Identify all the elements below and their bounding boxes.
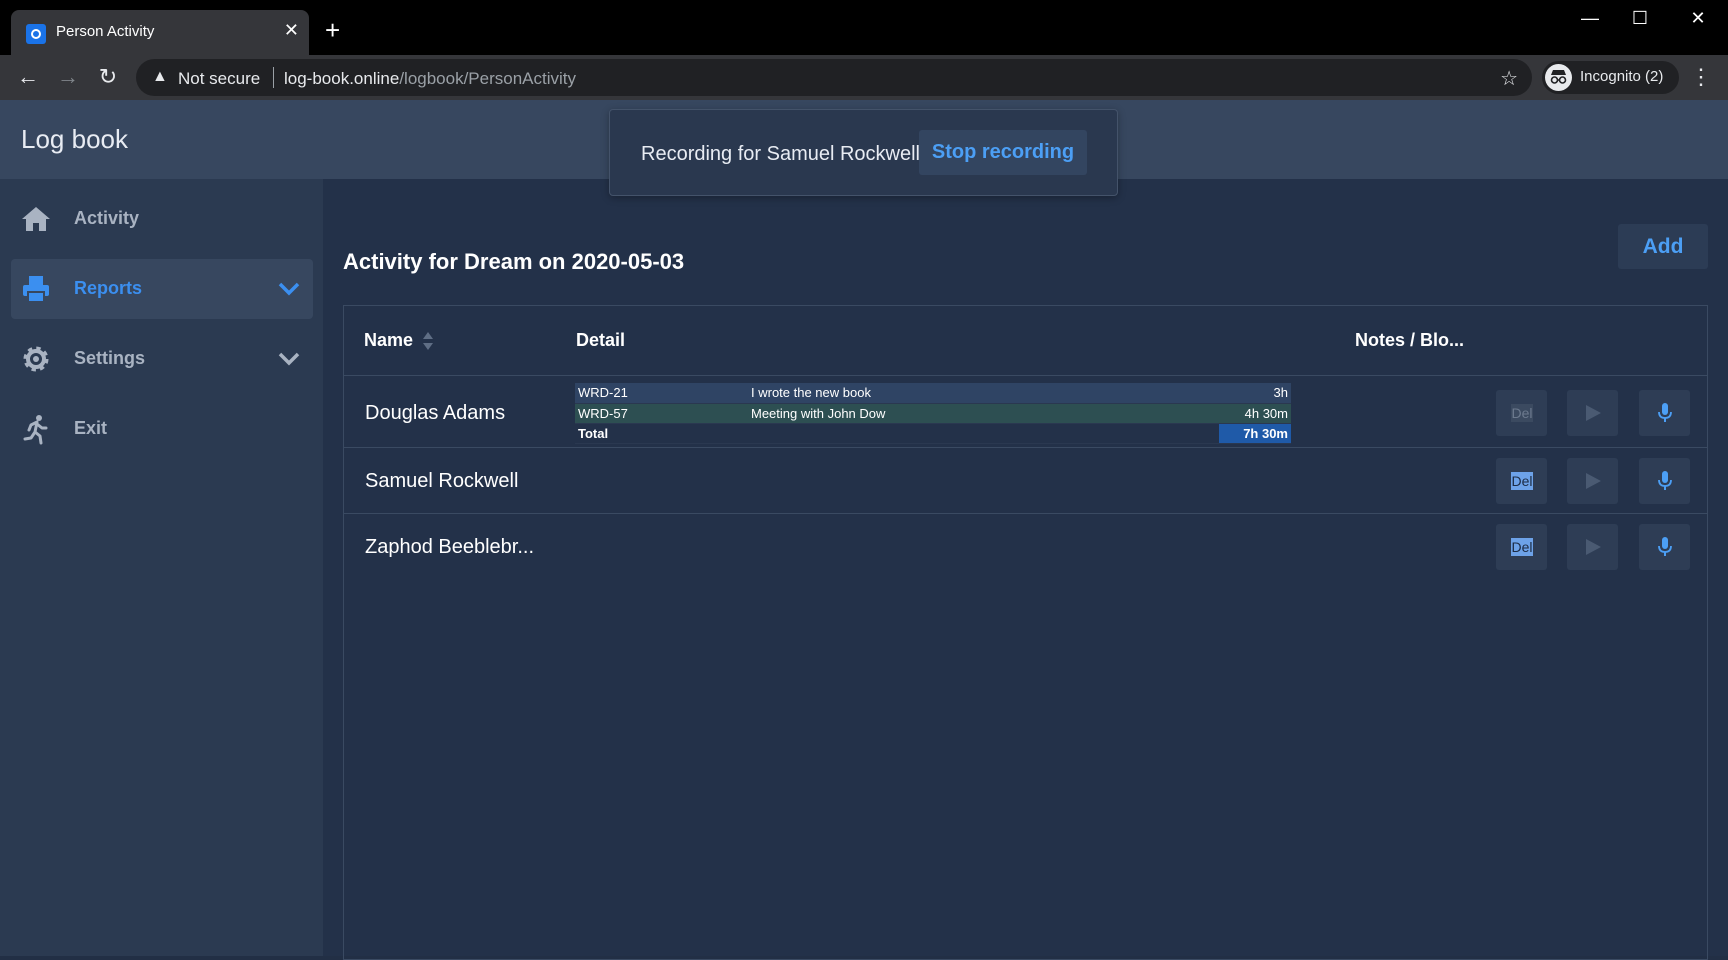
browser-menu-icon[interactable]: ⋮ (1690, 63, 1712, 91)
delete-label: Del (1511, 472, 1533, 490)
main-content: Activity for Dream on 2020-05-03 Add Nam… (323, 179, 1728, 960)
running-person-icon (23, 415, 48, 445)
detail-row: WRD-21 I wrote the new book 3h (575, 383, 1291, 404)
sidebar-item-label: Reports (74, 278, 143, 298)
recording-message: Recording for Samuel Rockwell (641, 143, 921, 165)
activity-grid: Name Detail Notes / Blo... Douglas Adams… (343, 305, 1708, 960)
delete-button[interactable]: Del (1496, 458, 1547, 504)
total-value: 7h 30m (1219, 423, 1291, 444)
bookmark-star-icon[interactable]: ☆ (1500, 66, 1518, 91)
address-bar[interactable]: ▲ Not secure log-book.online/logbook/Per… (136, 59, 1532, 96)
play-button[interactable] (1567, 524, 1618, 570)
url-host: log-book.online (284, 69, 400, 88)
new-tab-button[interactable]: + (325, 17, 340, 43)
sidebar-item-activity[interactable]: Activity (11, 189, 313, 249)
page-title: Activity for Dream on 2020-05-03 (343, 249, 685, 274)
record-button[interactable] (1639, 524, 1690, 570)
reload-button[interactable]: ↻ (94, 63, 122, 91)
stop-recording-button[interactable]: Stop recording (919, 130, 1087, 175)
play-icon (1586, 539, 1601, 555)
maximize-button[interactable]: ☐ (1615, 8, 1665, 29)
browser-tab-bar: Person Activity ✕ + — ☐ ✕ (0, 0, 1728, 55)
sidebar-item-exit[interactable]: Exit (11, 399, 313, 459)
task-time: 4h 30m (1219, 403, 1291, 424)
sidebar-item-label: Settings (74, 348, 146, 368)
gear-icon (23, 346, 49, 372)
play-icon (1586, 405, 1601, 421)
play-button[interactable] (1567, 390, 1618, 436)
tab-close-icon[interactable]: ✕ (284, 20, 299, 40)
chevron-down-icon[interactable] (277, 277, 301, 301)
incognito-button[interactable]: Incognito (2) (1542, 61, 1679, 94)
microphone-icon (1658, 403, 1672, 422)
microphone-icon (1658, 471, 1672, 490)
task-description: I wrote the new book (748, 383, 1219, 404)
task-key: WRD-21 (575, 383, 748, 404)
sidebar-item-label: Exit (74, 418, 108, 438)
sort-icon[interactable] (422, 331, 434, 351)
browser-tab[interactable]: Person Activity ✕ (11, 10, 309, 55)
url-text[interactable]: log-book.online/logbook/PersonActivity (284, 69, 576, 89)
task-time: 3h (1219, 383, 1291, 404)
grid-header: Name Detail Notes / Blo... (344, 306, 1707, 376)
close-window-button[interactable]: ✕ (1673, 8, 1723, 29)
delete-button[interactable]: Del (1496, 524, 1547, 570)
security-label[interactable]: Not secure (178, 69, 260, 89)
table-row[interactable]: Douglas Adams WRD-21 I wrote the new boo… (344, 376, 1707, 448)
total-label: Total (575, 423, 1219, 444)
home-icon (22, 207, 50, 231)
task-description: Meeting with John Dow (748, 403, 1219, 424)
play-icon (1586, 473, 1601, 489)
column-header-detail: Detail (576, 330, 626, 350)
divider (273, 67, 274, 88)
sidebar-item-settings[interactable]: Settings (11, 329, 313, 389)
task-key: WRD-57 (575, 403, 748, 424)
table-row[interactable]: Zaphod Beeblebr... Del (344, 514, 1707, 580)
column-header-notes: Notes / Blo... (1355, 330, 1465, 350)
sidebar: Activity Reports Settings Exit (0, 179, 323, 956)
delete-label: Del (1511, 538, 1533, 556)
browser-toolbar: ← → ↻ ▲ Not secure log-book.online/logbo… (0, 55, 1728, 100)
tab-title: Person Activity (56, 23, 155, 40)
recording-notification: Recording for Samuel Rockwell Stop recor… (609, 109, 1118, 196)
person-name: Zaphod Beeblebr... (365, 536, 535, 558)
warning-icon[interactable]: ▲ (152, 68, 168, 86)
play-button[interactable] (1567, 458, 1618, 504)
person-name: Samuel Rockwell (365, 470, 519, 492)
delete-label: Del (1511, 404, 1533, 422)
incognito-icon (1545, 64, 1572, 91)
app-title: Log book (21, 124, 128, 154)
sidebar-item-reports[interactable]: Reports (11, 259, 313, 319)
sidebar-item-label: Activity (74, 208, 140, 228)
chevron-down-icon[interactable] (277, 347, 301, 371)
incognito-label: Incognito (2) (1580, 68, 1664, 85)
person-name: Douglas Adams (365, 402, 506, 424)
record-button[interactable] (1639, 458, 1690, 504)
printer-icon (23, 276, 49, 303)
column-header-name[interactable]: Name (364, 330, 413, 351)
record-button[interactable] (1639, 390, 1690, 436)
table-row[interactable]: Samuel Rockwell Del (344, 448, 1707, 514)
site-favicon-icon (26, 24, 46, 44)
minimize-button[interactable]: — (1565, 8, 1615, 29)
detail-total-row: Total 7h 30m (575, 423, 1291, 444)
url-path: /logbook/PersonActivity (399, 69, 577, 88)
microphone-icon (1658, 537, 1672, 556)
back-button[interactable]: ← (14, 63, 42, 91)
detail-row: WRD-57 Meeting with John Dow 4h 30m (575, 403, 1291, 424)
detail-table: WRD-21 I wrote the new book 3h WRD-57 Me… (575, 383, 1291, 444)
forward-button[interactable]: → (54, 63, 82, 91)
add-button[interactable]: Add (1618, 224, 1708, 269)
delete-button[interactable]: Del (1496, 390, 1547, 436)
